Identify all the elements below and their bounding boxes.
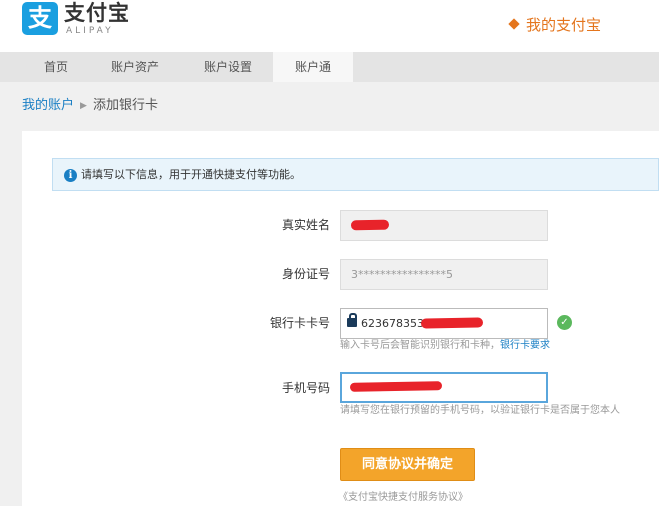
breadcrumb-arrow-icon: ▶ [80,101,87,111]
card-hint: 输入卡号后会智能识别银行和卡种，银行卡要求 [340,339,550,353]
breadcrumb-my-account[interactable]: 我的账户 [22,98,74,113]
my-alipay-link[interactable]: 我的支付宝 [508,15,602,35]
check-circle-icon: ✓ [557,315,572,330]
card-number-input[interactable]: 62367835300 [340,308,548,339]
name-field [340,210,548,241]
name-label: 真实姓名 [281,218,330,232]
lock-body [347,318,357,327]
logo-title: 支付宝 [64,1,130,25]
logo-subtitle: ALIPAY [66,26,114,36]
nav-item-settings[interactable]: 账户设置 [188,52,268,82]
main-nav: 首页 账户资产 账户设置 账户通 [0,52,659,82]
card-label: 银行卡卡号 [269,316,330,330]
phone-label: 手机号码 [281,381,330,395]
notice-text: 请填写以下信息，用于开通快捷支付等功能。 [81,168,301,181]
card-hint-text: 输入卡号后会智能识别银行和卡种， [340,340,500,351]
nav-item-account-link[interactable]: 账户通 [273,52,353,82]
phone-hint: 请填写您在银行预留的手机号码，以验证银行卡是否属于您本人 [340,405,620,416]
id-label: 身份证号 [281,267,330,281]
header: 支 支付宝 ALIPAY 我的支付宝 [0,0,659,52]
nav-item-assets[interactable]: 账户资产 [95,52,175,82]
nav-item-home[interactable]: 首页 [20,52,92,82]
phone-input[interactable] [340,372,548,403]
diamond-icon [508,18,520,30]
logo-glyph: 支 [28,4,52,32]
redaction-mark [350,219,390,231]
agreement-link[interactable]: 《支付宝快捷支付服务协议》 [338,491,468,504]
redaction-mark [420,317,484,329]
redaction-mark [349,381,443,392]
agree-confirm-button[interactable]: 同意协议并确定 [340,448,475,481]
my-alipay-label: 我的支付宝 [526,16,602,34]
card-requirements-link[interactable]: 银行卡要求 [500,340,550,351]
alipay-logo-icon[interactable]: 支 [22,2,58,35]
id-value: 3****************5 [351,268,453,281]
id-field: 3****************5 [340,259,548,290]
breadcrumb-current: 添加银行卡 [92,98,158,113]
lock-icon [347,313,357,329]
breadcrumb: 我的账户 ▶ 添加银行卡 [22,96,158,116]
info-icon: i [64,169,77,182]
info-notice: i 请填写以下信息，用于开通快捷支付等功能。 [52,158,659,191]
